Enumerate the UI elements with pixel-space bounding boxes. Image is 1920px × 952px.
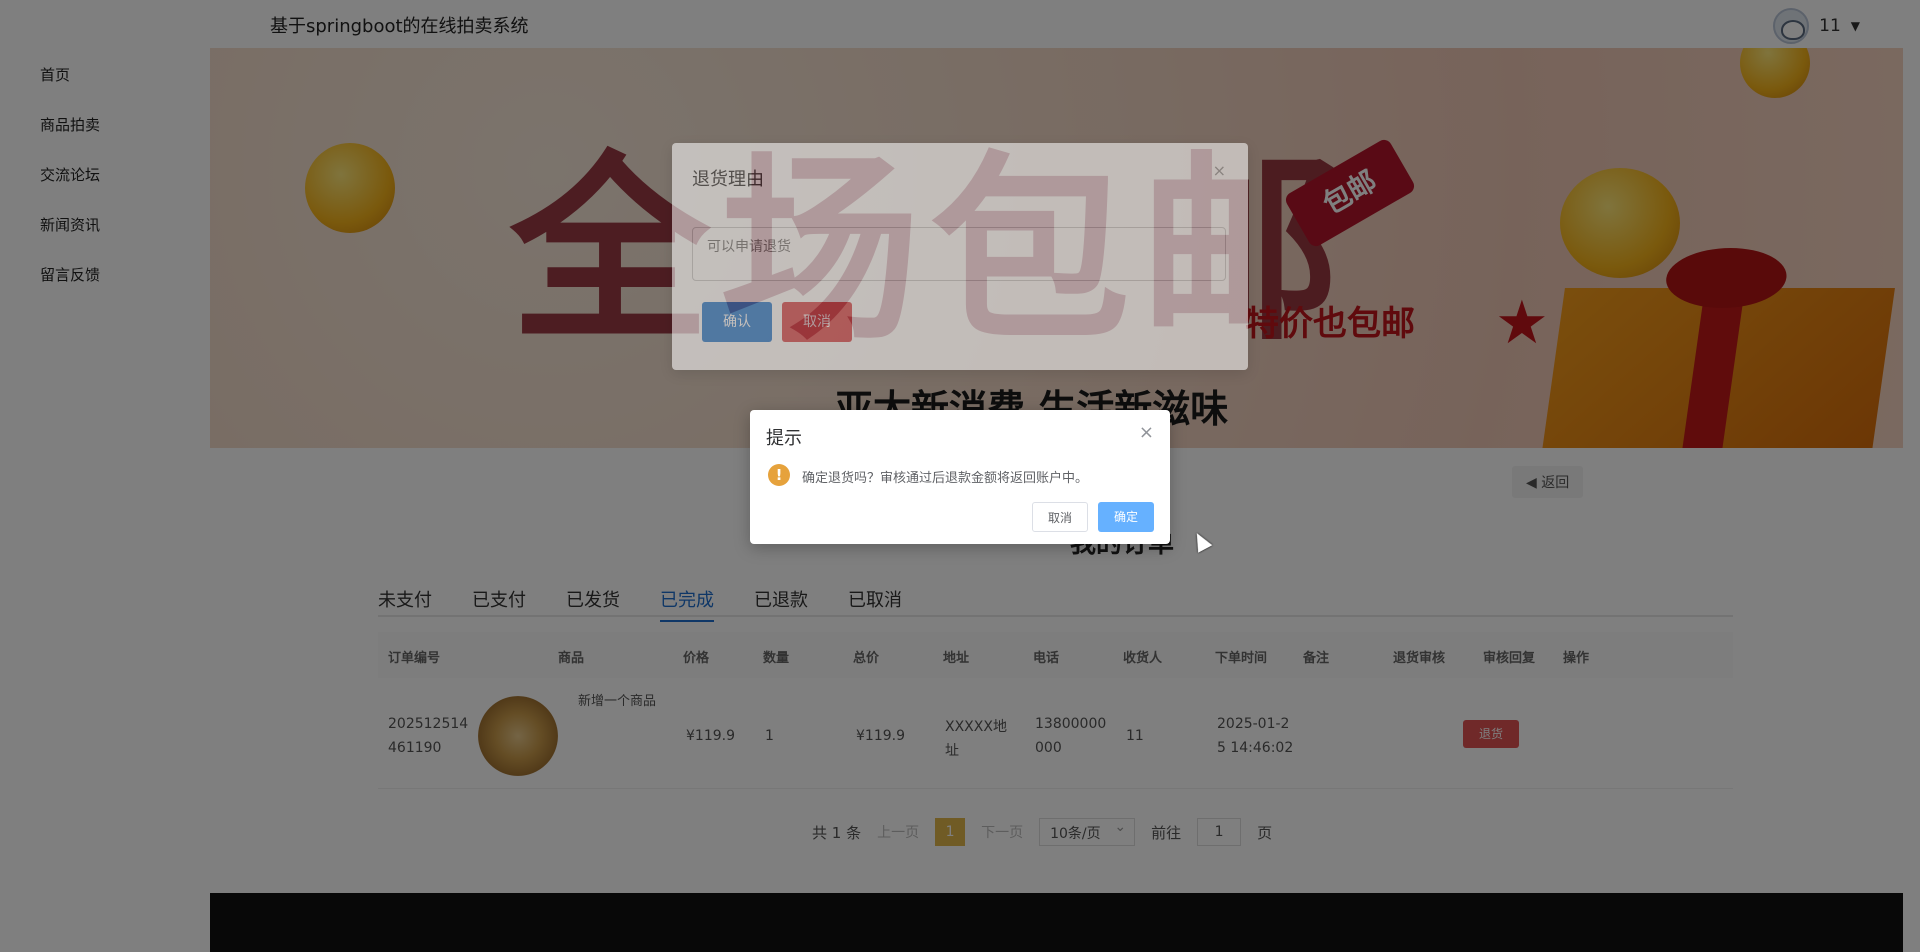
close-icon[interactable]: ×	[1139, 422, 1154, 443]
refund-dialog-title: 退货理由	[692, 169, 764, 190]
confirm-button[interactable]: 确定	[1098, 502, 1154, 532]
cancel-button[interactable]: 取消	[1032, 502, 1088, 532]
confirm-message: 确定退货吗？审核通过后退款金额将返回账户中。	[802, 471, 1089, 486]
refund-reason-dialog: 退货理由 × 确认 取消	[672, 143, 1248, 370]
refund-confirm-button[interactable]: 确认	[702, 302, 772, 342]
refund-cancel-button[interactable]: 取消	[782, 302, 852, 342]
refund-reason-input[interactable]	[692, 227, 1226, 281]
close-icon[interactable]: ×	[1213, 161, 1226, 180]
confirm-dialog-title: 提示	[766, 428, 802, 449]
confirm-dialog: 提示 × ! 确定退货吗？审核通过后退款金额将返回账户中。 取消 确定	[750, 410, 1170, 544]
warning-icon: !	[768, 464, 790, 486]
